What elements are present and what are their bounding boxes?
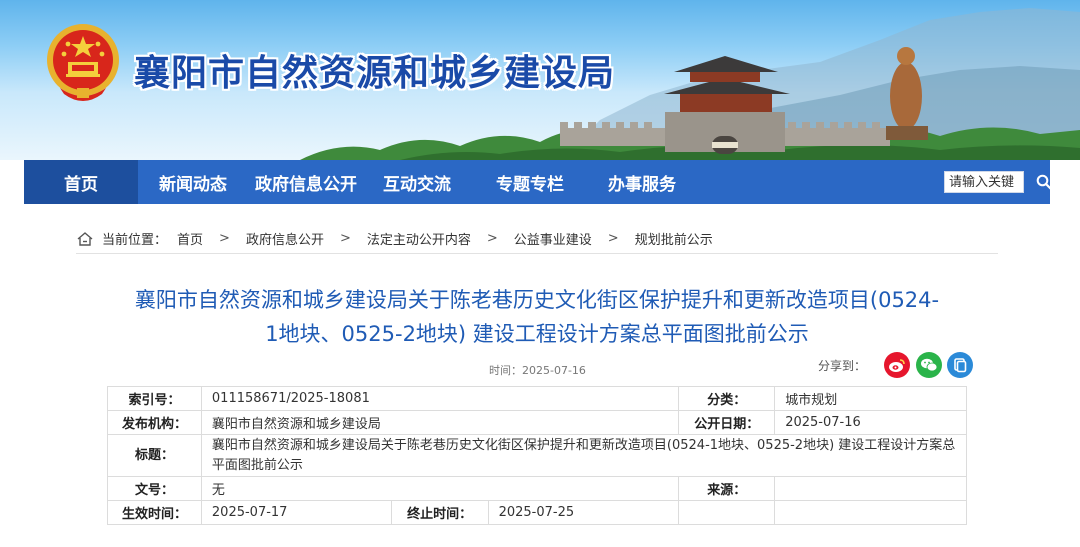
copy-link-icon <box>954 358 967 373</box>
main-nav: 首页 新闻动态 政府信息公开 互动交流 专题专栏 办事服务 <box>24 160 1052 204</box>
pubdate-value: 2025-07-16 <box>774 410 967 435</box>
category-label: 分类： <box>678 386 776 411</box>
publish-time: 时间：2025-07-16 <box>489 362 586 378</box>
table-row: 标题： 襄阳市自然资源和城乡建设局关于陈老巷历史文化街区保护提升和更新改造项目(… <box>107 434 968 477</box>
breadcrumb-label: 当前位置： <box>102 233 168 248</box>
index-value: 011158671/2025-18081 <box>200 386 680 411</box>
share-weibo-button[interactable] <box>884 352 910 378</box>
pubdate-label: 公开日期： <box>678 410 776 435</box>
table-row: 文号： 无 来源： <box>107 476 967 501</box>
breadcrumb-item-statutory[interactable]: 法定主动公开内容 <box>367 229 471 248</box>
index-label: 索引号： <box>107 386 202 411</box>
header-banner: 襄阳市自然资源和城乡建设局 <box>0 0 1080 160</box>
search-icon <box>1036 174 1052 190</box>
publish-time-label: 时间： <box>489 364 522 377</box>
weibo-icon <box>889 359 905 372</box>
search-button[interactable] <box>1024 170 1064 194</box>
publisher-value: 襄阳市自然资源和城乡建设局 <box>200 410 680 435</box>
nav-item-gov-info[interactable]: 政府信息公开 <box>248 160 364 204</box>
publish-time-value: 2025-07-16 <box>522 364 586 377</box>
source-value <box>774 476 967 501</box>
end-label: 终止时间： <box>390 500 489 525</box>
breadcrumb-separator: > <box>219 231 230 246</box>
nav-item-services[interactable]: 办事服务 <box>590 160 694 204</box>
share-qzone-button[interactable] <box>947 352 973 378</box>
breadcrumb-item-gov-info[interactable]: 政府信息公开 <box>246 229 324 248</box>
share-label: 分享到： <box>818 359 867 373</box>
subject-value: 襄阳市自然资源和城乡建设局关于陈老巷历史文化街区保护提升和更新改造项目(0524… <box>200 434 968 477</box>
subject-label: 标题： <box>107 434 202 477</box>
table-row: 索引号： 011158671/2025-18081 分类： 城市规划 <box>107 386 967 411</box>
national-emblem-icon <box>47 24 119 101</box>
category-value: 城市规划 <box>774 386 967 411</box>
wechat-icon <box>921 358 938 372</box>
docno-value: 无 <box>200 476 680 501</box>
article-title-line-2: 1地块、0525-2地块) 建设工程设计方案总平面图批前公示 <box>265 322 809 346</box>
effective-label: 生效时间： <box>107 500 202 525</box>
home-icon <box>77 231 93 246</box>
info-table: 索引号： 011158671/2025-18081 分类： 城市规划 发布机构：… <box>107 386 968 525</box>
breadcrumb-separator: > <box>486 231 498 246</box>
article-title-line-1: 襄阳市自然资源和城乡建设局关于陈老巷历史文化街区保护提升和更新改造项目(0524… <box>134 288 940 312</box>
breadcrumb-item-planning[interactable]: 规划批前公示 <box>635 229 713 248</box>
article-title: 襄阳市自然资源和城乡建设局关于陈老巷历史文化街区保护提升和更新改造项目(0524… <box>92 283 982 351</box>
breadcrumb-item-home[interactable]: 首页 <box>177 229 203 248</box>
docno-label: 文号： <box>107 476 202 501</box>
empty-cell <box>774 500 967 525</box>
share-wechat-button[interactable] <box>916 352 942 378</box>
search-input[interactable] <box>944 171 1024 193</box>
breadcrumb-separator: > <box>339 231 351 246</box>
nav-item-home[interactable]: 首页 <box>24 160 138 204</box>
nav-item-special[interactable]: 专题专栏 <box>470 160 590 204</box>
site-title: 襄阳市自然资源和城乡建设局 <box>134 53 616 94</box>
table-row: 生效时间： 2025-07-17 终止时间： 2025-07-25 <box>107 500 967 525</box>
table-row: 发布机构： 襄阳市自然资源和城乡建设局 公开日期： 2025-07-16 <box>107 410 967 435</box>
search-box <box>920 168 1066 196</box>
breadcrumb-item-public-works[interactable]: 公益事业建设 <box>514 229 592 248</box>
source-label: 来源： <box>678 476 776 501</box>
nav-item-news[interactable]: 新闻动态 <box>138 160 248 204</box>
empty-cell <box>678 500 776 525</box>
breadcrumb-separator: > <box>607 231 619 246</box>
end-value: 2025-07-25 <box>487 500 680 525</box>
effective-value: 2025-07-17 <box>200 500 392 525</box>
nav-item-interaction[interactable]: 互动交流 <box>364 160 470 204</box>
breadcrumb: 当前位置： 首页 > 政府信息公开 > 法定主动公开内容 > 公益事业建设 > … <box>76 224 998 254</box>
publisher-label: 发布机构： <box>107 410 202 435</box>
